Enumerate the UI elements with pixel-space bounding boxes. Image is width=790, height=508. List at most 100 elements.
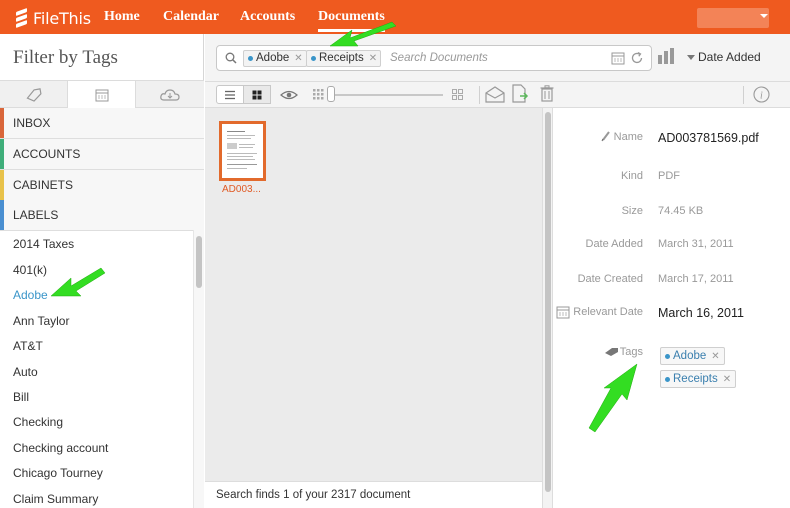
section-color-bar <box>0 108 4 138</box>
section-label: CABINETS <box>13 178 74 192</box>
eye-icon <box>280 90 298 99</box>
documents-toolbar: i <box>205 82 790 108</box>
remove-chip-icon[interactable]: ✕ <box>369 51 377 66</box>
trash-icon[interactable] <box>540 85 554 102</box>
document-thumbnail[interactable] <box>219 121 266 181</box>
nav-documents[interactable]: Documents <box>318 9 385 32</box>
logo-icon <box>16 7 28 29</box>
remove-chip-icon[interactable]: ✕ <box>294 51 302 66</box>
tag-item[interactable]: AT&T <box>13 339 43 353</box>
detail-label-date-created: Date Created <box>577 273 643 285</box>
tag-item[interactable]: Checking <box>13 415 63 429</box>
detail-value-name[interactable]: AD003781569.pdf <box>658 131 759 145</box>
tag-item[interactable]: Ann Taylor <box>13 314 69 328</box>
tag-item[interactable]: Bill <box>13 390 29 404</box>
section-inbox[interactable]: INBOX <box>0 108 204 139</box>
tag-item[interactable]: Chicago Tourney <box>13 466 103 480</box>
section-color-bar <box>0 139 4 169</box>
tag-item-selected[interactable]: Adobe <box>13 288 48 302</box>
section-cabinets[interactable]: CABINETS <box>0 170 204 201</box>
search-chip-adobe[interactable]: Adobe ✕ <box>243 50 307 67</box>
tag-icon <box>25 87 42 102</box>
filter-tabs <box>0 80 204 108</box>
nav-accounts[interactable]: Accounts <box>240 9 295 25</box>
detail-label-kind: Kind <box>620 170 643 182</box>
detail-tag-chip-receipts[interactable]: Receipts ✕ <box>660 370 737 388</box>
chip-label: Receipts <box>319 52 364 64</box>
document-name[interactable]: AD003... <box>222 184 261 195</box>
tag-item[interactable]: Checking account <box>13 441 108 455</box>
user-menu[interactable] <box>697 8 769 28</box>
tag-item[interactable]: Auto <box>13 365 38 379</box>
tab-calendar[interactable] <box>68 81 136 108</box>
small-thumbnails-icon <box>313 89 324 100</box>
detail-label-tags: Tags <box>619 346 643 358</box>
scrollbar-thumb[interactable] <box>545 112 551 492</box>
list-view-button[interactable] <box>216 85 244 104</box>
list-icon <box>225 90 235 99</box>
calendar-icon[interactable] <box>556 305 570 319</box>
grid-view-button[interactable] <box>243 85 271 104</box>
chip-label: Adobe <box>256 52 290 64</box>
bar-chart-icon[interactable] <box>657 47 677 65</box>
section-label: LABELS <box>13 208 59 222</box>
tag-item[interactable]: 2014 Taxes <box>13 237 74 251</box>
tag-dot-icon <box>311 56 316 61</box>
search-box[interactable]: Adobe ✕ Receipts ✕ <box>216 45 652 71</box>
grid-icon <box>252 90 262 99</box>
preview-view-button[interactable] <box>275 85 303 104</box>
tag-list: 2014 Taxes 401(k) Adobe Ann Taylor AT&T … <box>0 230 193 508</box>
refresh-icon[interactable] <box>630 51 644 65</box>
chevron-down-icon[interactable] <box>687 55 695 60</box>
detail-tag-chip-adobe[interactable]: Adobe ✕ <box>660 347 725 365</box>
tag-icon <box>605 348 618 356</box>
search-chip-receipts[interactable]: Receipts ✕ <box>306 50 382 67</box>
calendar-icon <box>95 89 108 101</box>
remove-tag-icon[interactable]: ✕ <box>723 374 731 385</box>
search-result-status: Search finds 1 of your 2317 document <box>205 481 542 508</box>
filter-panel: Filter by Tags INBOX ACCOUNTS CABINETS L… <box>0 34 204 508</box>
calendar-icon[interactable] <box>611 51 625 65</box>
chip-label: Adobe <box>673 350 707 362</box>
nav-calendar[interactable]: Calendar <box>163 9 219 25</box>
section-color-bar <box>0 170 4 200</box>
chip-label: Receipts <box>673 373 718 385</box>
detail-value-kind: PDF <box>658 170 680 182</box>
pencil-icon[interactable] <box>601 130 611 142</box>
sort-dropdown[interactable]: Date Added <box>698 50 761 64</box>
section-color-bar <box>0 200 4 230</box>
detail-value-size: 74.45 KB <box>658 205 704 217</box>
app-name: FileThis <box>33 8 91 28</box>
slider-handle[interactable] <box>327 86 335 102</box>
thumbnail-size-slider[interactable] <box>329 94 443 96</box>
detail-value-date-created: March 17, 2011 <box>658 273 734 285</box>
tag-item[interactable]: 401(k) <box>13 263 47 277</box>
filter-title: Filter by Tags <box>13 47 118 68</box>
detail-value-relevant-date[interactable]: March 16, 2011 <box>658 306 744 320</box>
detail-label-relevant-date: Relevant Date <box>573 306 643 318</box>
top-navigation-bar: FileThis Home Calendar Accounts Document… <box>0 0 790 34</box>
scrollbar-thumb[interactable] <box>196 236 202 288</box>
section-label: INBOX <box>13 116 51 130</box>
tab-tags[interactable] <box>0 81 68 108</box>
documents-scrollbar[interactable] <box>542 108 553 508</box>
remove-tag-icon[interactable]: ✕ <box>711 351 719 362</box>
section-accounts[interactable]: ACCOUNTS <box>0 139 204 170</box>
nav-home[interactable]: Home <box>104 9 140 25</box>
tag-dot-icon <box>665 376 670 382</box>
detail-label-date-added: Date Added <box>585 238 644 250</box>
tag-list-scrollbar[interactable] <box>193 230 204 508</box>
toolbar-divider <box>743 86 744 104</box>
search-icon <box>225 52 237 64</box>
svg-text:i: i <box>760 91 763 102</box>
tab-cloud[interactable] <box>136 81 204 108</box>
search-input[interactable] <box>390 49 610 67</box>
email-icon[interactable] <box>485 85 505 103</box>
info-icon[interactable]: i <box>753 86 770 103</box>
filethis-logo[interactable]: FileThis <box>16 7 91 29</box>
section-labels[interactable]: LABELS <box>0 200 204 231</box>
search-bar-area: Adobe ✕ Receipts ✕ Date Added <box>205 34 790 82</box>
tag-item[interactable]: Claim Summary <box>13 492 98 506</box>
export-document-icon[interactable] <box>511 84 529 104</box>
chevron-down-icon[interactable] <box>760 14 768 18</box>
